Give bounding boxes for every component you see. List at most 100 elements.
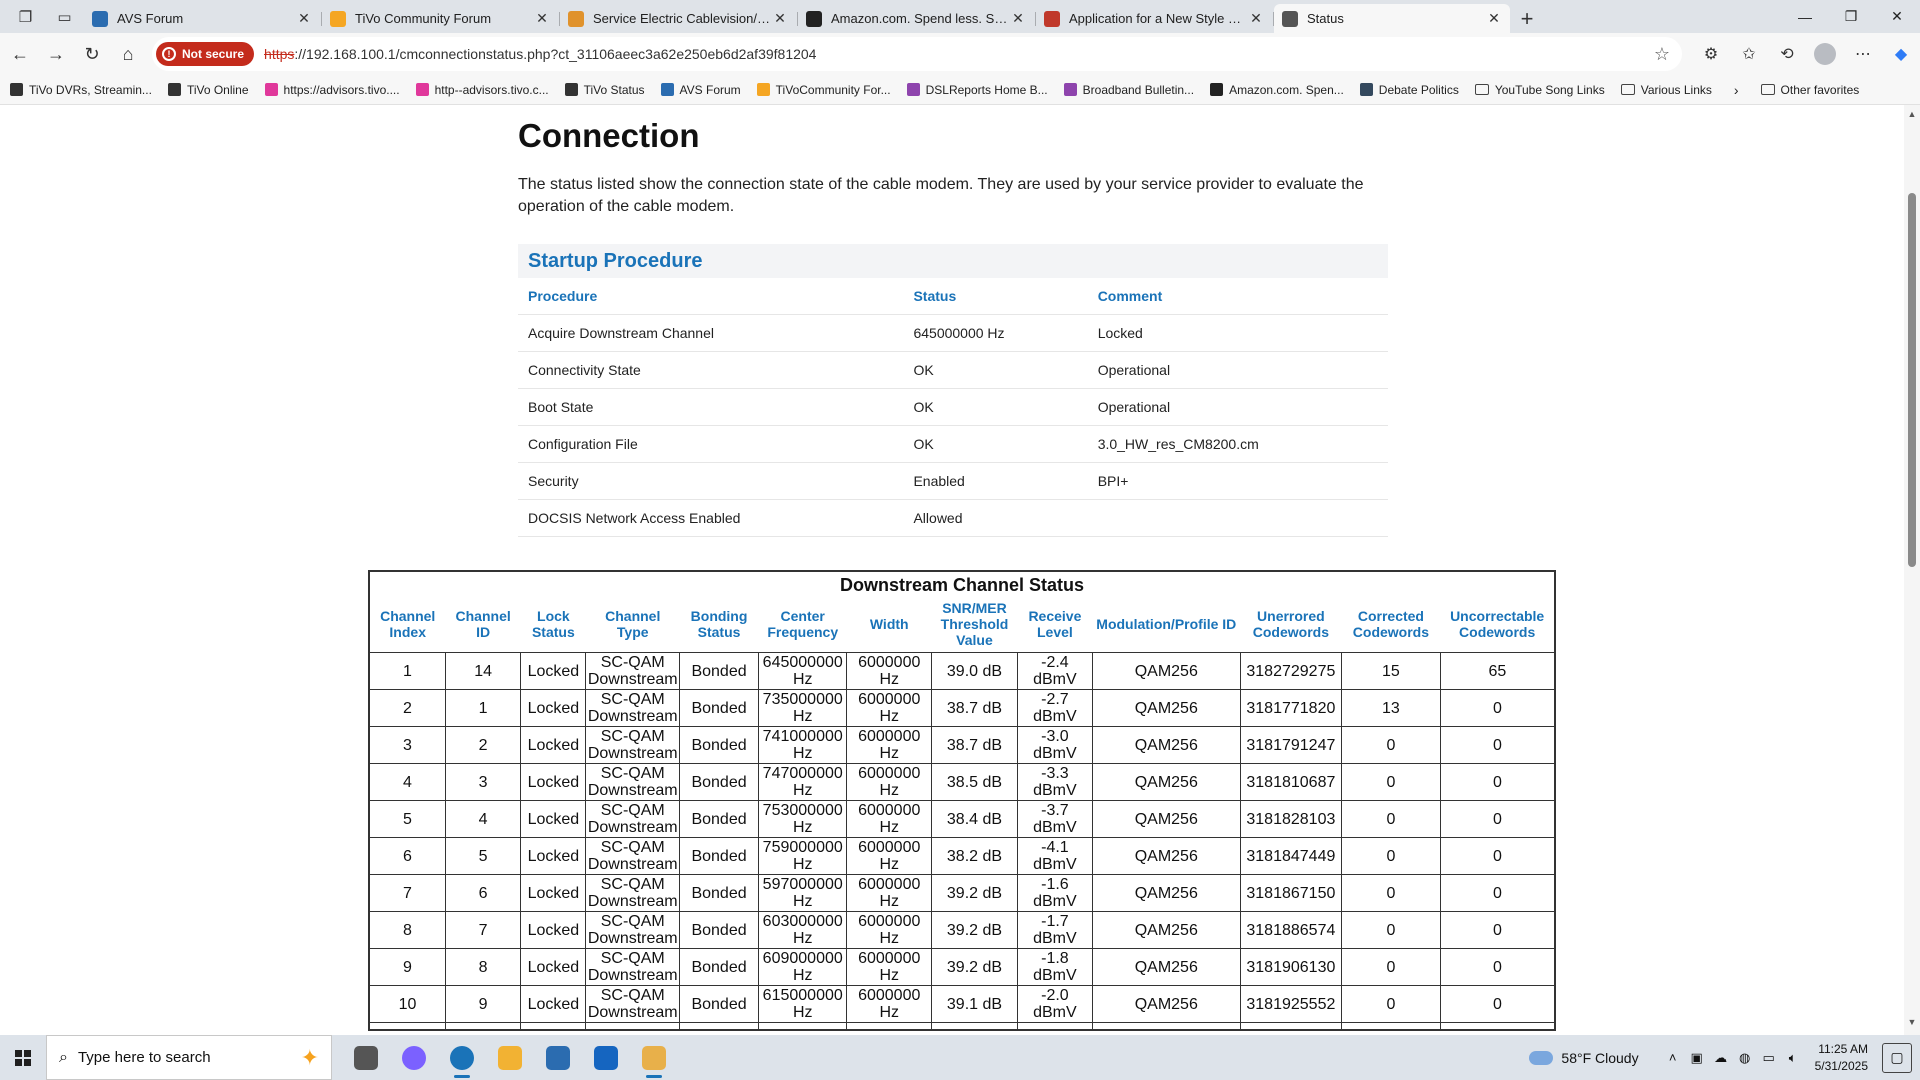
more-menu-icon[interactable]: ⋯ [1844, 44, 1882, 64]
favorite-favicon-icon [1210, 83, 1224, 96]
new-tab-button[interactable]: + [1512, 4, 1542, 33]
refresh-icon[interactable]: ↻ [74, 38, 110, 70]
address-bar[interactable]: ! Not secure https://192.168.100.1/cmcon… [152, 37, 1682, 71]
extensions-icon[interactable]: ⚙ [1692, 44, 1730, 64]
favorite-folder[interactable]: Various Links [1620, 83, 1712, 97]
page-scrollbar[interactable]: ▲ ▼ [1904, 105, 1920, 1035]
downstream-cell: 6 [444, 874, 522, 912]
tab-actions-icon[interactable]: ▭ [55, 7, 75, 27]
favorite-item[interactable]: TiVo Online [167, 83, 249, 97]
close-window-icon[interactable]: ✕ [1874, 0, 1920, 33]
copilot-icon[interactable]: ◆ [1882, 44, 1920, 64]
startup-column-header: Comment [1087, 278, 1388, 315]
downstream-cell: 3182729275 [1239, 652, 1343, 690]
tab-close-icon[interactable]: ✕ [534, 10, 550, 27]
other-favorites[interactable]: Other favorites [1760, 83, 1859, 97]
tab-favicon-icon [806, 10, 822, 27]
startup-cell: Configuration File [518, 425, 904, 463]
tab-title: Status [1307, 11, 1344, 26]
startup-cell: 645000000 Hz [903, 314, 1088, 352]
tab-1[interactable]: TiVo Community Forum ✕ [322, 4, 560, 33]
tab-close-icon[interactable]: ✕ [1486, 10, 1502, 27]
downstream-cell: Locked [520, 985, 587, 1023]
profile-avatar[interactable] [1814, 43, 1836, 65]
outlook-taskbar-icon[interactable] [582, 1035, 630, 1080]
edge-taskbar-icon[interactable] [438, 1035, 486, 1080]
favorites-icon[interactable]: ✩ [1730, 44, 1768, 64]
volume-icon[interactable]: 🔈︎ [1781, 1050, 1805, 1066]
scrollbar-thumb[interactable] [1908, 193, 1916, 567]
favorite-item[interactable]: DSLReports Home B... [906, 83, 1048, 97]
home-icon[interactable]: ⌂ [110, 38, 146, 70]
downstream-cell [520, 1022, 587, 1031]
favorite-item[interactable]: TiVoCommunity For... [756, 83, 891, 97]
downstream-row: 1 14 Locked SC-QAM Downstream Bonded 64500000… [368, 652, 1556, 690]
favorite-item[interactable]: Broadband Bulletin... [1063, 83, 1194, 97]
downstream-cell: 3181906130 [1239, 948, 1343, 986]
favorite-star-icon[interactable]: ☆ [1654, 44, 1670, 65]
downstream-cell: 0 [1341, 874, 1441, 912]
startup-heading-row: Startup Procedure [518, 244, 1388, 278]
scroll-up-icon[interactable]: ▲ [1904, 109, 1920, 123]
tab-close-icon[interactable]: ✕ [296, 10, 312, 27]
downstream-row: 10 9 Locked SC-QAM Downstream Bonded 61500000… [368, 985, 1556, 1023]
tab-0[interactable]: AVS Forum ✕ [84, 4, 322, 33]
tab-close-icon[interactable]: ✕ [772, 10, 788, 27]
not-secure-badge[interactable]: ! Not secure [156, 42, 255, 66]
back-icon[interactable]: ← [2, 38, 38, 70]
downstream-row-partial [368, 1022, 1556, 1031]
tab-system-buttons: ❐ ▭ [0, 0, 84, 33]
downstream-cell [444, 1022, 522, 1031]
favorite-item[interactable]: AVS Forum [660, 83, 741, 97]
scroll-down-icon[interactable]: ▼ [1904, 1017, 1920, 1031]
favorite-item[interactable]: http--advisors.tivo.c... [415, 83, 549, 97]
url-text[interactable]: https://192.168.100.1/cmconnectionstatus… [264, 46, 816, 62]
favorite-item[interactable]: Amazon.com. Spen... [1210, 83, 1344, 97]
downstream-row: 6 5 Locked SC-QAM Downstream Bonded 759000000… [368, 837, 1556, 875]
taskbar-search[interactable]: ⌕ Type here to search ✦ [46, 1035, 332, 1080]
network-icon[interactable]: ▭ [1757, 1050, 1781, 1066]
favorite-item[interactable]: https://advisors.tivo.... [264, 83, 400, 97]
startup-cell: Operational [1087, 351, 1388, 389]
start-button[interactable] [0, 1035, 46, 1080]
tab-close-icon[interactable]: ✕ [1010, 10, 1026, 27]
tab-title: Service Electric Cablevision/Servic [593, 11, 772, 26]
favorite-item[interactable]: TiVo Status [564, 83, 645, 97]
downstream-cell: 14 [444, 652, 522, 690]
forward-icon[interactable]: → [38, 38, 74, 70]
onedrive-icon[interactable]: ☁ [1709, 1050, 1733, 1066]
network-status-icon[interactable]: ◍ [1733, 1050, 1757, 1066]
startup-row: Acquire Downstream Channel 645000000 Hz Lo… [518, 314, 1388, 352]
search-icon: ⌕ [59, 1048, 68, 1066]
tab-3[interactable]: Amazon.com. Spend less. Smile m✕ [798, 4, 1036, 33]
tray-app-icon[interactable]: ▣ [1685, 1050, 1709, 1066]
favorite-folder[interactable]: YouTube Song Links [1474, 83, 1605, 97]
favorite-item[interactable]: TiVo DVRs, Streamin... [10, 83, 152, 97]
tab-5[interactable]: Status ✕ [1274, 4, 1510, 33]
downstream-cell: SC-QAM Downstream [585, 800, 681, 838]
tab-close-icon[interactable]: ✕ [1248, 10, 1264, 27]
copilot-taskbar-icon[interactable] [390, 1035, 438, 1080]
windows-logo-icon [15, 1049, 31, 1066]
file-explorer-taskbar-icon[interactable] [486, 1035, 534, 1080]
outlook-icon [594, 1045, 618, 1070]
downstream-cell: 6000000 Hz [846, 874, 932, 912]
snipping-taskbar-icon[interactable] [630, 1035, 678, 1080]
downstream-cell: 38.2 dB [931, 837, 1018, 875]
history-icon[interactable]: ⟲ [1768, 44, 1806, 64]
favorite-item[interactable]: Debate Politics [1359, 83, 1459, 97]
downstream-cell: Bonded [679, 837, 759, 875]
tab-4[interactable]: Application for a New Style Regist ✕ [1036, 4, 1274, 33]
tray-chevron-icon[interactable]: ˄ [1661, 1050, 1685, 1065]
clock[interactable]: 11:25 AM 5/31/2025 [1815, 1041, 1868, 1075]
tab-2[interactable]: Service Electric Cablevision/Servic✕ [560, 4, 798, 33]
task-view-taskbar-icon[interactable] [342, 1035, 390, 1080]
workspaces-icon[interactable]: ❐ [16, 7, 36, 27]
restore-icon[interactable]: ❐ [1828, 0, 1874, 33]
store-taskbar-icon[interactable] [534, 1035, 582, 1080]
weather-widget[interactable]: 58°F Cloudy [1529, 1050, 1639, 1066]
minimize-icon[interactable]: — [1782, 0, 1828, 33]
favorites-overflow-icon[interactable]: › [1734, 82, 1739, 98]
notification-icon[interactable]: ▢ [1882, 1042, 1912, 1073]
downstream-cell: QAM256 [1091, 985, 1241, 1023]
